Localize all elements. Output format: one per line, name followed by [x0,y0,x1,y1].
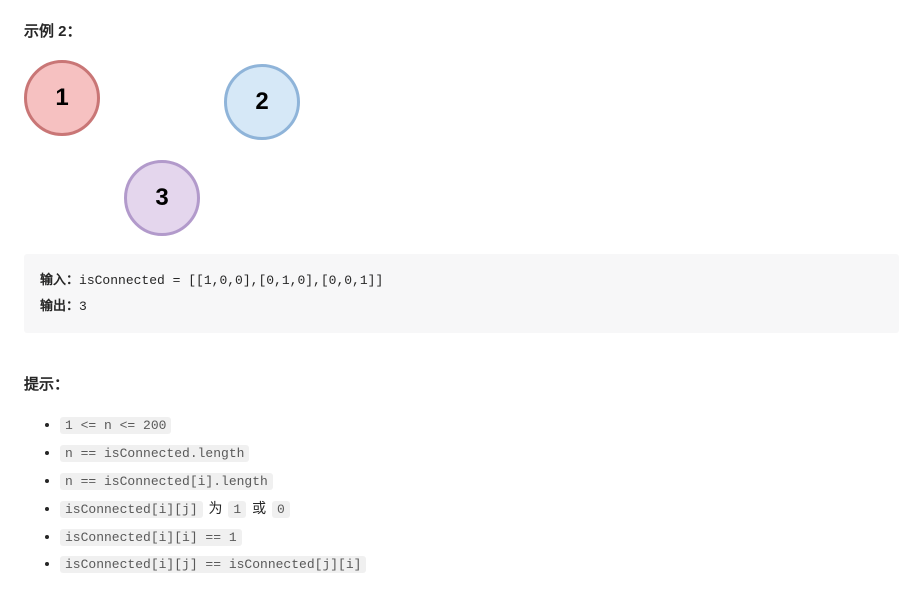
constraint-code: n == isConnected[i].length [60,473,273,490]
constraint-item: n == isConnected.length [60,441,899,465]
node-label: 1 [55,79,68,117]
constraint-code: isConnected[i][i] == 1 [60,529,242,546]
constraint-code: 1 <= n <= 200 [60,417,171,434]
constraint-text: 为 [203,500,229,516]
hints-title: 提示： [24,373,899,397]
input-value: isConnected = [[1,0,0],[0,1,0],[0,0,1]] [79,273,383,288]
constraint-code: isConnected[i][j] [60,501,203,518]
constraint-code: isConnected[i][j] == isConnected[j][i] [60,556,366,573]
graph-node-3: 3 [124,160,200,236]
example-title: 示例 2： [24,20,899,44]
constraint-item: n == isConnected[i].length [60,469,899,493]
graph-diagram: 1 2 3 [24,60,324,240]
constraint-code: 1 [228,501,246,518]
content-container: 示例 2： 1 2 3 输入：isConnected = [[1,0,0],[0… [0,0,923,600]
input-label: 输入： [40,272,79,287]
graph-node-2: 2 [224,64,300,140]
constraint-item: isConnected[i][j] 为 1 或 0 [60,497,899,521]
constraints-list: 1 <= n <= 200 n == isConnected.length n ==… [24,413,899,576]
constraint-code: 0 [272,501,290,518]
constraint-item: isConnected[i][j] == isConnected[j][i] [60,552,899,576]
constraint-item: isConnected[i][i] == 1 [60,525,899,549]
graph-node-1: 1 [24,60,100,136]
output-value: 3 [79,299,87,314]
constraint-text: 或 [246,500,272,516]
constraint-code: n == isConnected.length [60,445,249,462]
example-code-block: 输入：isConnected = [[1,0,0],[0,1,0],[0,0,1… [24,254,899,333]
node-label: 3 [155,179,168,217]
node-label: 2 [255,83,268,121]
constraint-item: 1 <= n <= 200 [60,413,899,437]
output-label: 输出： [40,298,79,313]
